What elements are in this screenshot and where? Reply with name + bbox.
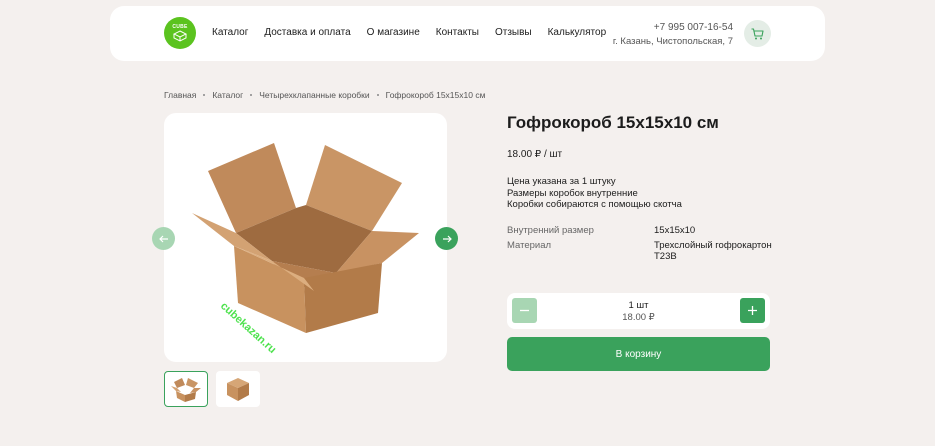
breadcrumb-current: Гофрокороб 15х15х10 см: [385, 90, 486, 100]
breadcrumb-separator: [250, 94, 253, 96]
thumbnail-1[interactable]: [164, 371, 208, 407]
nav-catalog[interactable]: Каталог: [212, 27, 248, 38]
increase-button[interactable]: [740, 298, 765, 323]
description-line: Цена указана за 1 штуку: [507, 176, 616, 187]
quantity-count: 1 шт: [628, 300, 649, 311]
quantity-display: 1 шт 18.00 ₽: [507, 300, 770, 323]
plus-icon: [748, 306, 757, 315]
open-box-image: [192, 143, 419, 333]
breadcrumb: Главная Каталог Четырехклапанные коробки…: [164, 90, 485, 100]
nav-delivery[interactable]: Доставка и оплата: [264, 27, 350, 38]
quantity-sum: 18.00 ₽: [622, 311, 655, 323]
breadcrumb-category[interactable]: Четырехклапанные коробки: [259, 90, 369, 100]
cart-button[interactable]: [744, 20, 771, 47]
arrow-right-icon: [442, 235, 452, 242]
cart-icon: [751, 27, 764, 39]
breadcrumb-separator: [376, 94, 379, 96]
description-line: Коробки собираются с помощью скотча: [507, 199, 682, 210]
add-to-cart-button[interactable]: В корзину: [507, 337, 770, 371]
product-title: Гофрокороб 15х15х10 см: [507, 113, 719, 132]
phone-link[interactable]: +7 995 007-16-54: [613, 21, 733, 35]
spec-label-size: Внутренний размер: [507, 225, 594, 236]
address: г. Казань, Чистопольская, 7: [612, 35, 733, 47]
quantity-stepper: 1 шт 18.00 ₽: [507, 293, 770, 329]
breadcrumb-home[interactable]: Главная: [164, 90, 196, 100]
product-image: [164, 113, 447, 362]
gallery-prev-button[interactable]: [152, 227, 175, 250]
thumbnail-2[interactable]: [216, 371, 260, 407]
open-box-thumbnail: [171, 378, 201, 402]
breadcrumb-separator: [203, 94, 206, 96]
breadcrumb-catalog[interactable]: Каталог: [212, 90, 243, 100]
nav-calculator[interactable]: Калькулятор: [548, 27, 607, 38]
gallery-next-button[interactable]: [435, 227, 458, 250]
closed-box-thumbnail: [227, 378, 249, 401]
logo[interactable]: CUBE: [164, 17, 196, 49]
product-description: Цена указана за 1 штуку Размеры коробок …: [507, 176, 682, 211]
description-line: Размеры коробок внутренние: [507, 187, 638, 199]
nav-reviews[interactable]: Отзывы: [495, 27, 532, 38]
product-price: 18.00 ₽ / шт: [507, 149, 563, 160]
spec-value-size: 15х15х10: [654, 225, 696, 236]
main-nav: Каталог Доставка и оплата О магазине Кон…: [212, 27, 606, 38]
nav-about[interactable]: О магазине: [367, 27, 420, 38]
spec-label-material: Материал: [507, 240, 552, 251]
nav-contacts[interactable]: Контакты: [436, 27, 479, 38]
box-icon: [173, 30, 187, 42]
site-header: CUBE Каталог Доставка и оплата О магазин…: [110, 6, 825, 61]
arrow-left-icon: [158, 235, 168, 242]
spec-value-material: Трехслойный гофрокартон Т23В: [654, 240, 772, 262]
header-contacts: +7 995 007-16-54 г. Казань, Чистопольска…: [613, 21, 733, 48]
